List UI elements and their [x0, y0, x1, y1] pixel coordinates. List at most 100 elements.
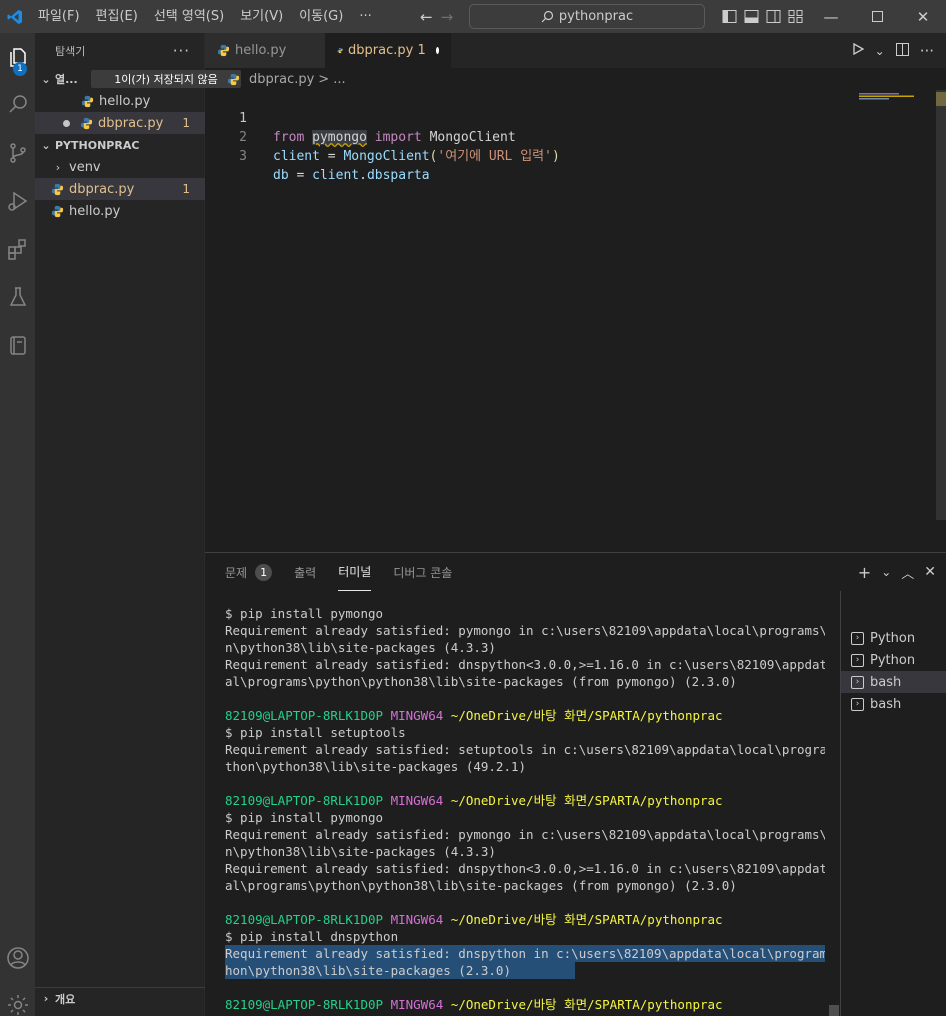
terminal-icon: › [851, 653, 864, 667]
variable: client [312, 168, 360, 183]
back-arrow-icon[interactable]: ← [420, 8, 433, 26]
prompt-host: MINGW64 [390, 997, 444, 1012]
unsaved-dot-icon[interactable] [435, 47, 439, 54]
breadcrumb-file[interactable]: dbprac.py [249, 72, 314, 87]
minimap[interactable] [859, 90, 935, 100]
customize-layout-icon[interactable] [788, 9, 803, 24]
terminal-instance-list: › Python › Python › bash › bash [840, 591, 946, 1016]
close-panel-icon[interactable]: ✕ [924, 564, 936, 580]
prompt-path: ~/OneDrive/바탕 화면/SPARTA/pythonprac [450, 708, 723, 723]
title-bar: 파일(F) 편집(E) 선택 영역(S) 보기(V) 이동(G) ··· ← →… [0, 0, 946, 33]
prompt-user: 82109@LAPTOP-8RLK1D0P [225, 912, 384, 927]
activity-bar: 1 [0, 33, 35, 1016]
accounts-activity-button[interactable] [0, 938, 35, 978]
tab-label: hello.py [235, 43, 287, 58]
tab-output[interactable]: 출력 [294, 553, 316, 591]
panel-tab-label: 문제 [225, 565, 248, 580]
chevron-down-icon[interactable]: ⌄ [875, 44, 885, 58]
terminal-line: $ pip install pymongo [225, 606, 384, 621]
gear-icon [7, 995, 28, 1015]
code-editor[interactable]: 1 from pymongo import MongoClient 2 clie… [205, 90, 946, 552]
menu-selection[interactable]: 선택 영역(S) [146, 0, 232, 33]
terminal-instance-python[interactable]: › Python [841, 627, 946, 649]
terminal-icon: › [851, 631, 864, 645]
code-line: 2 client = MongoClient('여기에 URL 입력') [205, 109, 560, 164]
line-number: 3 [239, 149, 247, 164]
toggle-sidebar-icon[interactable] [722, 9, 737, 24]
open-editor-hello[interactable]: hello.py [35, 90, 205, 112]
menu-edit[interactable]: 편집(E) [88, 0, 146, 33]
project-folder-header[interactable]: ⌄ PYTHONPRAC [35, 134, 205, 156]
minimize-button[interactable]: — [808, 0, 854, 33]
command-center-search[interactable]: pythonprac [469, 4, 705, 29]
toggle-panel-icon[interactable] [744, 9, 759, 24]
terminal-line: $ pip install dnspython [225, 929, 399, 944]
open-editor-dbprac[interactable]: dbprac.py 1 [35, 112, 205, 134]
terminal-instance-bash[interactable]: › bash [841, 693, 946, 715]
python-file-icon [337, 47, 343, 54]
editor-tab-bar: hello.py dbprac.py 1 ⌄ ··· [205, 33, 946, 68]
terminal-instance-python[interactable]: › Python [841, 649, 946, 671]
terminal-line: Requirement already satisfied: setuptool… [225, 742, 825, 757]
close-window-button[interactable]: ✕ [900, 0, 946, 33]
dot: . [359, 168, 367, 183]
file-dbprac[interactable]: dbprac.py 1 [35, 178, 205, 200]
split-editor-icon[interactable] [895, 42, 910, 60]
outline-header[interactable]: › 개요 [35, 987, 205, 1009]
folder-venv[interactable]: › venv [35, 156, 205, 178]
more-actions-icon[interactable]: ··· [173, 42, 190, 60]
search-activity-button[interactable] [0, 84, 35, 124]
maximize-button[interactable] [854, 0, 900, 33]
terminal-line-selected: hon\python38\lib\site-packages (2.3.0) [225, 962, 575, 979]
run-file-icon[interactable] [851, 42, 865, 59]
testing-activity-button[interactable] [0, 277, 35, 317]
menu-view[interactable]: 보기(V) [232, 0, 291, 33]
operator: = [296, 168, 305, 183]
maximize-panel-icon[interactable]: ︿ [901, 563, 914, 582]
menu-file[interactable]: 파일(F) [30, 0, 88, 33]
terminal-line: al\programs\python\python38\lib\site-pac… [225, 674, 737, 689]
python-file-icon [51, 183, 64, 195]
terminal-scrollbar[interactable] [829, 1005, 839, 1016]
file-hello[interactable]: hello.py [35, 200, 205, 222]
problems-badge: 1 [255, 563, 273, 581]
python-file-icon [81, 95, 94, 107]
search-icon [8, 95, 27, 113]
tab-dbprac[interactable]: dbprac.py 1 [325, 33, 451, 68]
terminal-instance-label: bash [870, 674, 902, 690]
panel-tab-label: 터미널 [338, 565, 372, 579]
scrollbar-marker [936, 92, 946, 106]
run-debug-activity-button[interactable] [0, 181, 35, 221]
tab-debug-console[interactable]: 디버그 콘솔 [393, 553, 452, 591]
editor-scrollbar[interactable] [936, 90, 946, 520]
python-file-icon [227, 73, 240, 85]
chevron-right-icon: › [43, 992, 49, 1005]
vscode-logo-icon [0, 0, 30, 33]
terminal-icon: › [851, 697, 864, 711]
tab-problems[interactable]: 문제 1 [225, 553, 273, 591]
chevron-down-icon[interactable]: ⌄ [881, 565, 891, 579]
terminal-prompt: 82109@LAPTOP-8RLK1D0P MINGW64 ~/OneDrive… [225, 996, 723, 1013]
terminal-line: Requirement already satisfied: pymongo i… [225, 623, 825, 638]
explorer-activity-button[interactable]: 1 [0, 37, 35, 77]
toggle-secondary-sidebar-icon[interactable] [766, 9, 781, 24]
source-control-activity-button[interactable] [0, 133, 35, 173]
menu-go[interactable]: 이동(G) [291, 0, 351, 33]
tab-hello[interactable]: hello.py [205, 33, 325, 68]
prompt-path: ~/OneDrive/바탕 화면/SPARTA/pythonprac [450, 793, 723, 808]
remote-explorer-activity-button[interactable] [0, 325, 35, 365]
terminal-output[interactable]: $ pip install pymongo Requirement alread… [225, 605, 825, 1016]
breadcrumb-more[interactable]: ... [333, 72, 345, 87]
forward-arrow-icon[interactable]: → [441, 8, 454, 26]
chevron-down-icon: ⌄ [41, 72, 51, 86]
extensions-activity-button[interactable] [0, 229, 35, 269]
manage-activity-button[interactable] [0, 985, 35, 1016]
file-label: hello.py [69, 203, 121, 219]
tab-terminal[interactable]: 터미널 [338, 553, 372, 591]
more-actions-icon[interactable]: ··· [920, 42, 934, 60]
source-control-icon [9, 143, 26, 163]
menu-more[interactable]: ··· [351, 0, 379, 33]
terminal-instance-bash[interactable]: › bash [841, 671, 946, 693]
terminal-line: thon\python38\lib\site-packages (49.2.1) [225, 759, 527, 774]
new-terminal-icon[interactable]: + [858, 563, 871, 582]
